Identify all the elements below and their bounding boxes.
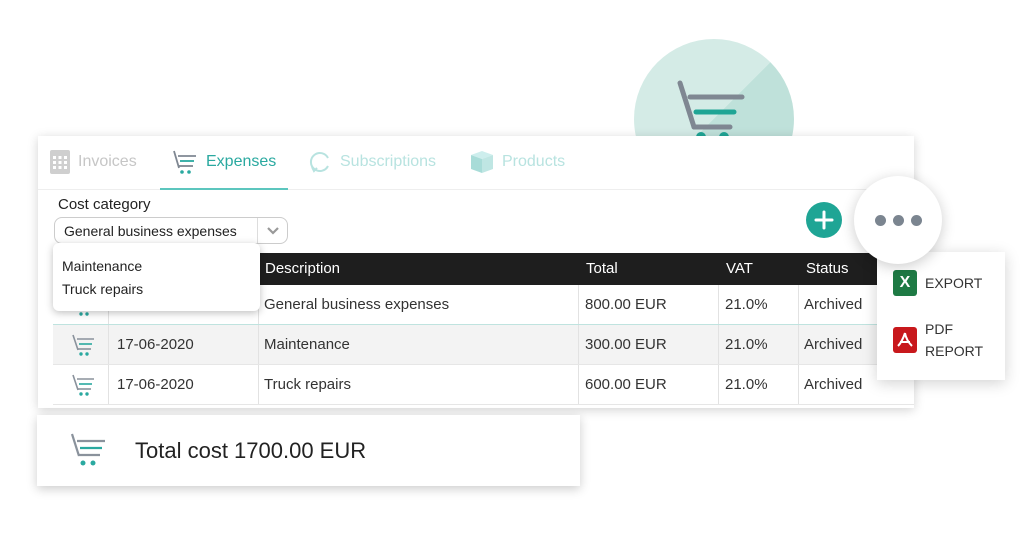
row-vat: 21.0% [725,336,768,353]
row-total: 600.00 EUR [585,376,667,393]
tab-subscriptions[interactable]: Subscriptions [308,150,436,190]
total-cost-summary: Total cost 1700.00 EUR [37,415,580,486]
tab-expenses[interactable]: Expenses [159,150,289,190]
shopping-cart-icon [71,374,97,402]
row-description: Maintenance [264,336,350,353]
pdf-report-label: PDF REPORT [925,321,984,359]
row-total: 300.00 EUR [585,336,667,353]
row-vat: 21.0% [725,376,768,393]
row-total: 800.00 EUR [585,296,667,313]
plus-icon [814,210,834,230]
shopping-cart-icon [70,433,105,465]
selected-value: General business expenses [64,222,237,239]
tab-label: Products [502,153,566,170]
calculator-icon [50,150,70,174]
row-date: 17-06-2020 [117,376,194,393]
column-header-description[interactable]: Description [265,260,340,277]
tab-label: Expenses [206,153,277,170]
ellipsis-icon [874,214,922,226]
row-description: General business expenses [264,296,450,313]
tab-label: Subscriptions [340,153,437,170]
dropdown-option-truck-repairs[interactable]: Truck repairs [62,281,143,297]
export-excel-item[interactable]: X EXPORT [893,270,982,296]
row-vat: 21.0% [725,296,768,313]
cost-category-label: Cost category [58,196,151,213]
dropdown-option-maintenance[interactable]: Maintenance [62,258,142,274]
shopping-cart-icon [71,334,97,362]
column-header-total[interactable]: Total [586,260,618,277]
shopping-cart-icon [173,150,196,174]
chevron-down-icon[interactable] [257,218,287,243]
box-icon [471,151,493,173]
row-status: Archived [804,376,863,393]
cost-category-dropdown: Maintenance Truck repairs [53,243,260,311]
row-date: 17-06-2020 [117,336,194,353]
cost-category-select[interactable]: General business expenses [54,217,288,244]
refresh-icon [309,152,329,173]
table-row[interactable]: 17-06-2020 Truck repairs 600.00 EUR 21.0… [53,365,914,405]
tab-bar: Invoices Expenses Subscriptions Products [38,136,914,190]
more-options-button[interactable] [854,176,942,264]
column-header-status[interactable]: Status [806,260,849,277]
export-label: EXPORT [925,275,983,291]
row-description: Truck repairs [264,376,351,393]
row-status: Archived [804,296,863,313]
pdf-icon [893,327,917,353]
tab-label: Invoices [78,153,137,170]
excel-icon: X [893,270,917,296]
add-expense-button[interactable] [806,202,842,238]
column-header-vat[interactable]: VAT [726,260,753,277]
row-status: Archived [804,336,863,353]
tab-invoices[interactable]: Invoices [50,150,137,190]
pdf-report-item[interactable]: PDF REPORT [893,318,985,362]
tab-products[interactable]: Products [470,150,565,190]
export-menu: X EXPORT PDF REPORT [877,252,1005,380]
table-row[interactable]: 17-06-2020 Maintenance 300.00 EUR 21.0% … [53,325,914,365]
total-cost-text: Total cost 1700.00 EUR [135,437,367,463]
